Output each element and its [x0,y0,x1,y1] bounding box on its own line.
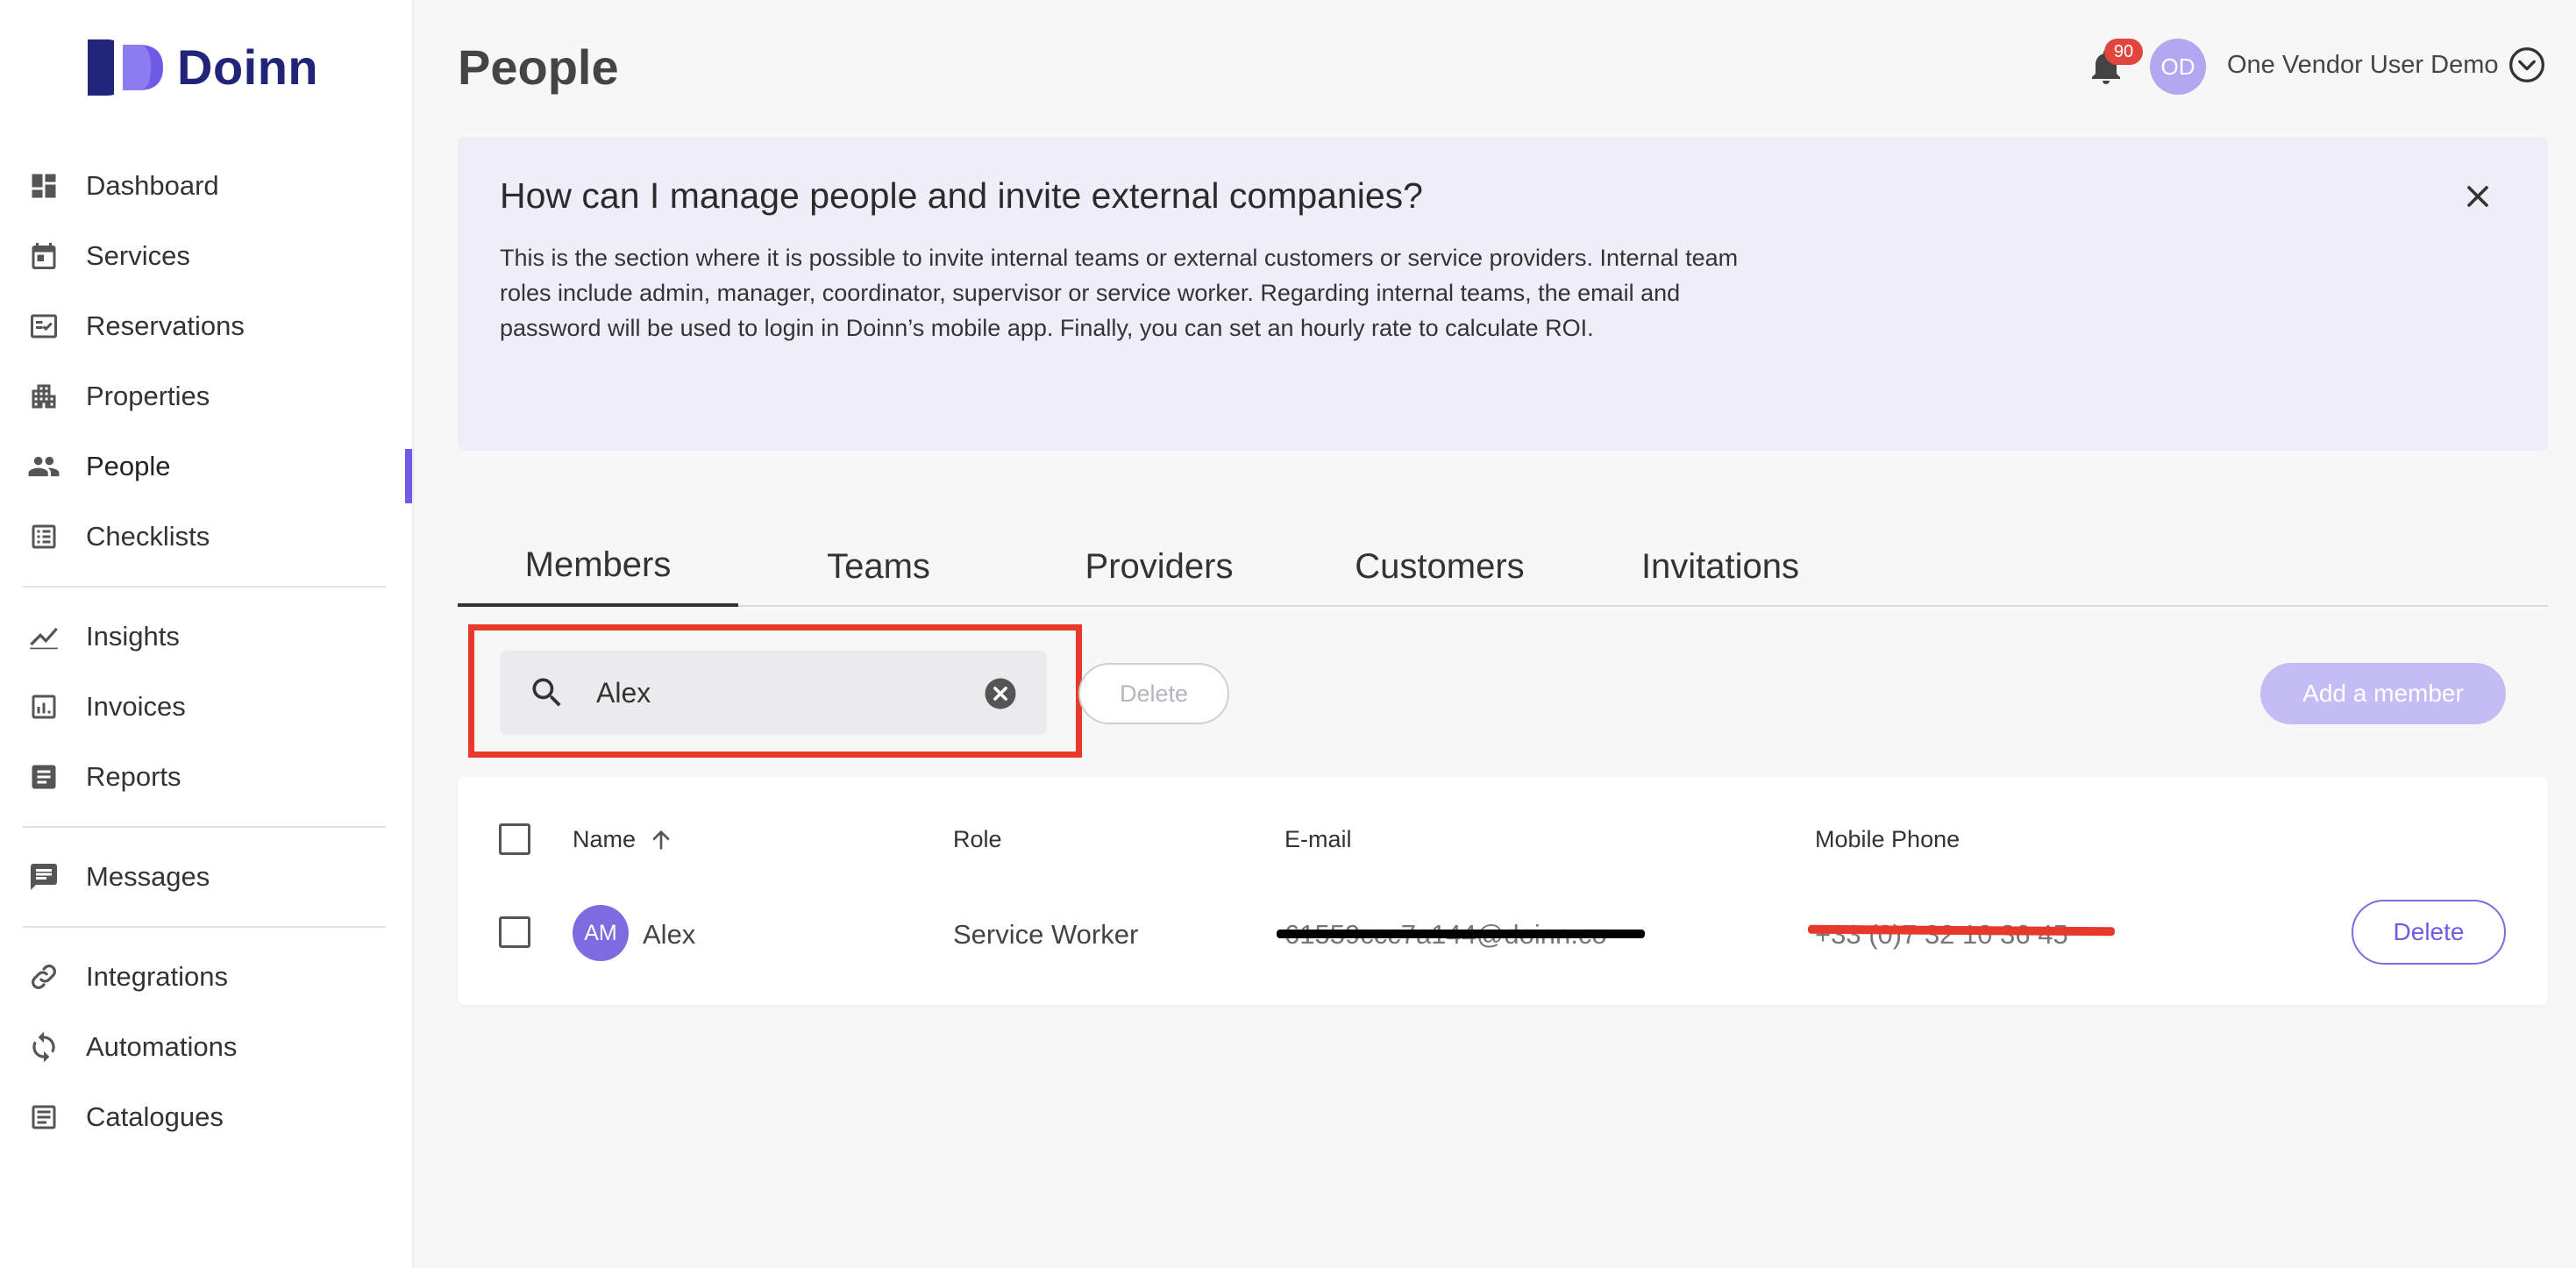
info-banner: How can I manage people and invite exter… [458,137,2548,451]
sidebar-item-label: Dashboard [86,170,219,201]
sidebar-item-dashboard[interactable]: Dashboard [0,151,412,221]
message-icon [26,859,61,894]
sidebar-divider [23,826,386,828]
sidebar-item-label: Catalogues [86,1101,224,1132]
sidebar-item-label: Reservations [86,310,245,341]
select-all-checkbox[interactable] [499,823,530,855]
sidebar-item-services[interactable]: Services [0,221,412,291]
catalogue-icon [26,1100,61,1135]
column-header-role: Role [953,826,1002,852]
clear-icon[interactable] [982,675,1019,712]
tab-members[interactable]: Members [458,526,738,607]
sidebar-item-checklists[interactable]: Checklists [0,502,412,572]
sidebar-item-label: Invoices [86,691,186,722]
sidebar-item-catalogues[interactable]: Catalogues [0,1082,412,1152]
search-icon [528,673,566,712]
link-icon [26,959,61,994]
page-title: People [458,39,619,95]
doinn-logo-icon [88,39,165,96]
search-input[interactable]: Alex [500,651,1047,735]
building-icon [26,379,61,414]
member-name: Alex [643,919,696,950]
sidebar-item-integrations[interactable]: Integrations [0,942,412,1012]
column-header-email: E-mail [1284,826,1352,852]
sidebar-divider [23,586,386,588]
user-name[interactable]: One Vendor User Demo [2227,51,2498,80]
sidebar-item-people[interactable]: People [0,431,412,503]
sidebar-item-label: Reports [86,761,181,792]
people-icon [26,449,61,484]
checklist-icon [26,519,61,554]
member-role: Service Worker [953,919,1139,950]
sidebar-item-label: Integrations [86,961,228,992]
invoice-icon [26,689,61,724]
user-avatar[interactable]: OD [2150,39,2206,95]
sidebar-item-automations[interactable]: Automations [0,1012,412,1082]
sidebar-item-label: Messages [86,861,210,892]
sort-arrow-up-icon[interactable] [647,826,675,854]
add-member-button[interactable]: Add a member [2260,663,2506,724]
sidebar-item-reservations[interactable]: Reservations [0,291,412,361]
sidebar-item-label: Automations [86,1031,238,1062]
members-table: Name Role E-mail Mobile Phone AM Alex Se… [458,777,2548,1005]
people-tabs: Members Teams Providers Customers Invita… [458,526,2548,607]
sidebar: Doinn Dashboard Services Reservations Pr… [0,0,414,1268]
row-checkbox[interactable] [499,916,530,948]
column-header-name[interactable]: Name [573,826,636,853]
dashboard-icon [26,168,61,203]
reservations-icon [26,309,61,344]
sidebar-item-invoices[interactable]: Invoices [0,672,412,742]
banner-title: How can I manage people and invite exter… [500,175,1423,216]
logo[interactable]: Doinn [88,39,318,96]
banner-body: This is the section where it is possible… [500,245,1739,341]
sidebar-item-messages[interactable]: Messages [0,842,412,912]
avatar: AM [573,905,629,961]
chart-line-icon [26,619,61,654]
delete-member-button[interactable]: Delete [2352,900,2506,965]
close-icon[interactable] [2460,179,2495,214]
tab-providers[interactable]: Providers [1019,526,1299,607]
delete-button[interactable]: Delete [1078,663,1229,724]
sidebar-item-label: People [86,451,171,481]
column-header-phone: Mobile Phone [1815,826,1960,852]
tab-invitations[interactable]: Invitations [1580,526,1861,607]
notification-badge: 90 [2104,39,2143,65]
sidebar-item-insights[interactable]: Insights [0,602,412,672]
sidebar-item-label: Services [86,240,190,271]
calendar-icon [26,239,61,274]
sidebar-item-reports[interactable]: Reports [0,742,412,812]
sidebar-item-label: Properties [86,381,210,411]
sync-icon [26,1029,61,1065]
report-icon [26,759,61,794]
chevron-down-icon[interactable] [2508,46,2546,84]
sidebar-item-label: Insights [86,621,180,652]
search-value[interactable]: Alex [596,677,651,709]
sidebar-item-properties[interactable]: Properties [0,361,412,431]
tab-customers[interactable]: Customers [1299,526,1580,607]
sidebar-divider [23,926,386,928]
sidebar-item-label: Checklists [86,521,210,552]
brand-name: Doinn [177,39,319,95]
redaction-mark [1277,930,1645,938]
tab-teams[interactable]: Teams [738,526,1019,607]
